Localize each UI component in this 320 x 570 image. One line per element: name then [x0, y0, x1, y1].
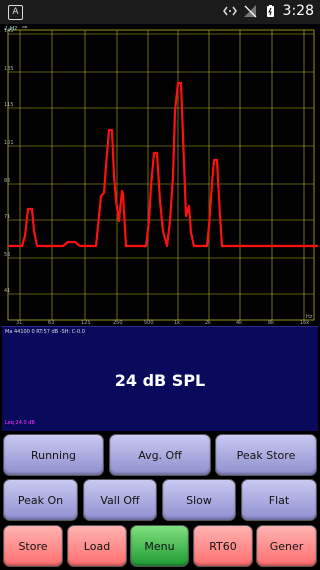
y-tick-label: 56	[4, 252, 10, 258]
code-arrows-icon	[222, 4, 237, 18]
x-unit-label: Hz	[306, 314, 313, 320]
gener-button[interactable]: Gener	[256, 525, 317, 567]
top-label: 2 Hz	[4, 26, 17, 32]
spectrum-graph[interactable]: 145 135 115 101 86 71 56 41 31 63 125 250 500 1k 2k 4k 8…	[2, 26, 318, 326]
y-tick-label: 86	[4, 178, 10, 184]
info-panel: Ma 44100 0 RT:57 dB -SH: C-0.0 24 dB SPL…	[2, 326, 318, 431]
y-tick-label: 71	[4, 214, 10, 220]
spectrum-trace	[8, 81, 318, 248]
peak-on-button[interactable]: Peak On	[3, 479, 78, 521]
slow-button[interactable]: Slow	[162, 479, 236, 521]
y-tick-label: 101	[4, 140, 14, 146]
clock: 3:28	[282, 3, 314, 19]
flat-button[interactable]: Flat	[241, 479, 317, 521]
y-tick-label: 41	[4, 288, 10, 294]
avg-off-button[interactable]: Avg. Off	[109, 434, 211, 476]
status-bar: A 3:28	[0, 0, 320, 24]
vall-off-button[interactable]: Vall Off	[83, 479, 157, 521]
spl-readout: 24 dB SPL	[114, 371, 206, 390]
load-button[interactable]: Load	[67, 525, 127, 567]
battery-charging-icon	[263, 4, 277, 18]
status-line: Ma 44100 0 RT:57 dB -SH: C-0.0	[5, 329, 85, 335]
peak-store-button[interactable]: Peak Store	[215, 434, 317, 476]
menu-button[interactable]: Menu	[130, 525, 189, 567]
y-tick-label: 135	[4, 66, 14, 72]
y-tick-label: 115	[4, 102, 14, 108]
graph-frame	[7, 29, 315, 321]
store-button[interactable]: Store	[3, 525, 63, 567]
notification-icon: A	[8, 5, 23, 20]
running-button[interactable]: Running	[3, 434, 104, 476]
rt60-button[interactable]: RT60	[193, 525, 253, 567]
leq-readout: Leq 24.0 dB	[5, 420, 35, 426]
top-superscript: dB	[22, 26, 28, 29]
no-signal-icon	[243, 4, 257, 18]
